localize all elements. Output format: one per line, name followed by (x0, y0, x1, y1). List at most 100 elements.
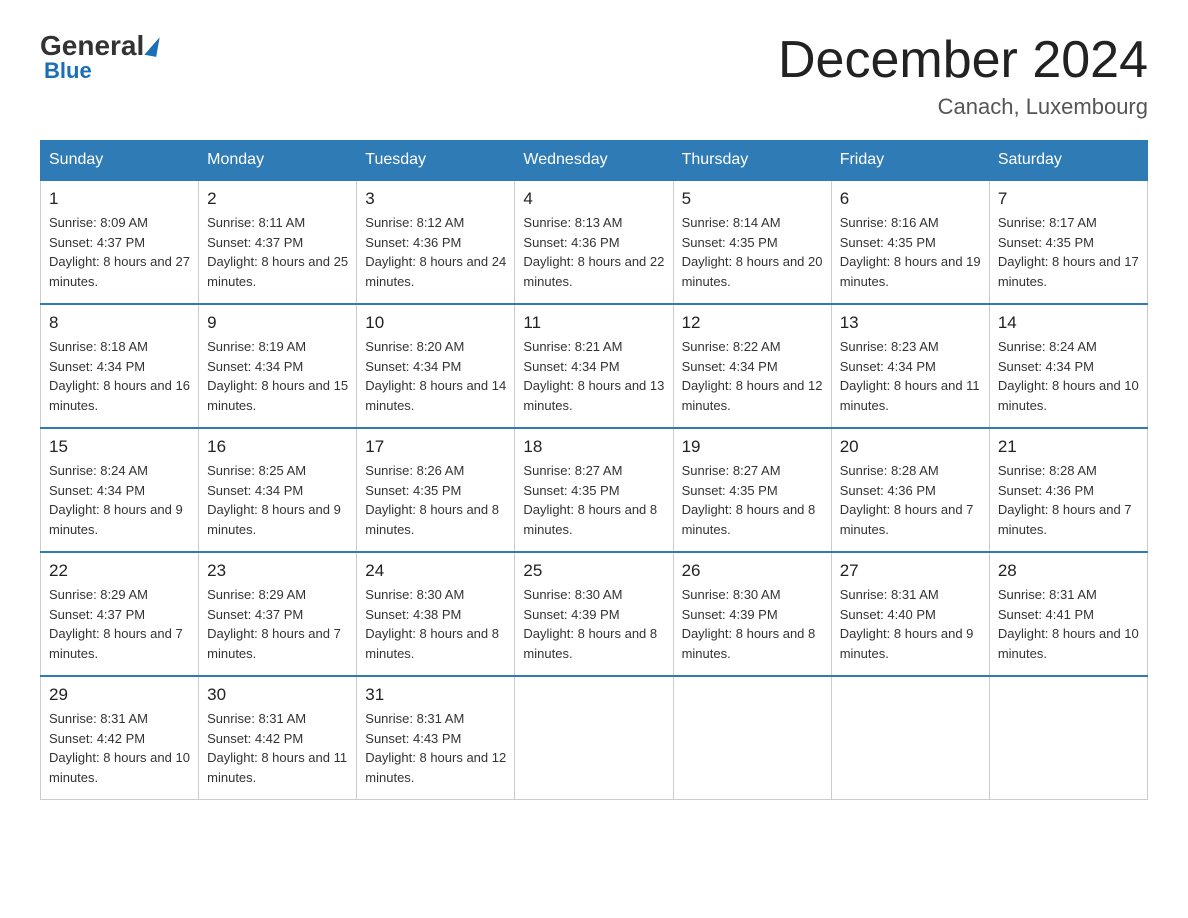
calendar-cell: 23 Sunrise: 8:29 AM Sunset: 4:37 PM Dayl… (199, 552, 357, 676)
day-info: Sunrise: 8:31 AM Sunset: 4:43 PM Dayligh… (365, 709, 506, 787)
day-number: 28 (998, 561, 1139, 581)
sunrise-label: Sunrise: 8:28 AM (840, 463, 939, 478)
sunrise-label: Sunrise: 8:25 AM (207, 463, 306, 478)
day-info: Sunrise: 8:12 AM Sunset: 4:36 PM Dayligh… (365, 213, 506, 291)
sunset-label: Sunset: 4:35 PM (998, 235, 1094, 250)
daylight-label: Daylight: 8 hours and 9 minutes. (840, 626, 974, 661)
day-number: 15 (49, 437, 190, 457)
day-number: 14 (998, 313, 1139, 333)
sunset-label: Sunset: 4:34 PM (998, 359, 1094, 374)
calendar-cell: 5 Sunrise: 8:14 AM Sunset: 4:35 PM Dayli… (673, 180, 831, 304)
sunset-label: Sunset: 4:42 PM (207, 731, 303, 746)
daylight-label: Daylight: 8 hours and 15 minutes. (207, 378, 348, 413)
calendar-cell: 25 Sunrise: 8:30 AM Sunset: 4:39 PM Dayl… (515, 552, 673, 676)
sunset-label: Sunset: 4:36 PM (840, 483, 936, 498)
sunrise-label: Sunrise: 8:17 AM (998, 215, 1097, 230)
day-number: 11 (523, 313, 664, 333)
sunset-label: Sunset: 4:36 PM (998, 483, 1094, 498)
logo: General Blue (40, 30, 160, 84)
week-row-1: 1 Sunrise: 8:09 AM Sunset: 4:37 PM Dayli… (41, 180, 1148, 304)
daylight-label: Daylight: 8 hours and 9 minutes. (207, 502, 341, 537)
day-info: Sunrise: 8:21 AM Sunset: 4:34 PM Dayligh… (523, 337, 664, 415)
day-number: 23 (207, 561, 348, 581)
sunset-label: Sunset: 4:39 PM (523, 607, 619, 622)
day-number: 25 (523, 561, 664, 581)
day-info: Sunrise: 8:30 AM Sunset: 4:39 PM Dayligh… (523, 585, 664, 663)
sunrise-label: Sunrise: 8:27 AM (523, 463, 622, 478)
day-number: 19 (682, 437, 823, 457)
sunset-label: Sunset: 4:37 PM (49, 607, 145, 622)
daylight-label: Daylight: 8 hours and 8 minutes. (682, 626, 816, 661)
sunset-label: Sunset: 4:36 PM (365, 235, 461, 250)
daylight-label: Daylight: 8 hours and 24 minutes. (365, 254, 506, 289)
day-number: 30 (207, 685, 348, 705)
sunset-label: Sunset: 4:42 PM (49, 731, 145, 746)
day-number: 20 (840, 437, 981, 457)
daylight-label: Daylight: 8 hours and 12 minutes. (682, 378, 823, 413)
day-info: Sunrise: 8:16 AM Sunset: 4:35 PM Dayligh… (840, 213, 981, 291)
day-info: Sunrise: 8:28 AM Sunset: 4:36 PM Dayligh… (998, 461, 1139, 539)
daylight-label: Daylight: 8 hours and 7 minutes. (998, 502, 1132, 537)
calendar-cell: 11 Sunrise: 8:21 AM Sunset: 4:34 PM Dayl… (515, 304, 673, 428)
page-header: General Blue December 2024 Canach, Luxem… (40, 30, 1148, 120)
sunrise-label: Sunrise: 8:31 AM (998, 587, 1097, 602)
calendar-cell: 13 Sunrise: 8:23 AM Sunset: 4:34 PM Dayl… (831, 304, 989, 428)
sunrise-label: Sunrise: 8:31 AM (207, 711, 306, 726)
week-row-4: 22 Sunrise: 8:29 AM Sunset: 4:37 PM Dayl… (41, 552, 1148, 676)
daylight-label: Daylight: 8 hours and 17 minutes. (998, 254, 1139, 289)
sunset-label: Sunset: 4:37 PM (207, 235, 303, 250)
calendar-cell: 4 Sunrise: 8:13 AM Sunset: 4:36 PM Dayli… (515, 180, 673, 304)
day-number: 16 (207, 437, 348, 457)
daylight-label: Daylight: 8 hours and 7 minutes. (207, 626, 341, 661)
daylight-label: Daylight: 8 hours and 10 minutes. (998, 626, 1139, 661)
sunset-label: Sunset: 4:34 PM (49, 359, 145, 374)
sunset-label: Sunset: 4:36 PM (523, 235, 619, 250)
day-info: Sunrise: 8:09 AM Sunset: 4:37 PM Dayligh… (49, 213, 190, 291)
daylight-label: Daylight: 8 hours and 11 minutes. (840, 378, 980, 413)
daylight-label: Daylight: 8 hours and 10 minutes. (49, 750, 190, 785)
title-block: December 2024 Canach, Luxembourg (778, 30, 1148, 120)
month-title: December 2024 (778, 30, 1148, 90)
day-number: 4 (523, 189, 664, 209)
daylight-label: Daylight: 8 hours and 16 minutes. (49, 378, 190, 413)
sunrise-label: Sunrise: 8:13 AM (523, 215, 622, 230)
calendar-cell: 1 Sunrise: 8:09 AM Sunset: 4:37 PM Dayli… (41, 180, 199, 304)
calendar-cell: 16 Sunrise: 8:25 AM Sunset: 4:34 PM Dayl… (199, 428, 357, 552)
sunset-label: Sunset: 4:38 PM (365, 607, 461, 622)
day-info: Sunrise: 8:27 AM Sunset: 4:35 PM Dayligh… (682, 461, 823, 539)
day-number: 21 (998, 437, 1139, 457)
day-number: 22 (49, 561, 190, 581)
daylight-label: Daylight: 8 hours and 8 minutes. (365, 626, 499, 661)
day-number: 6 (840, 189, 981, 209)
daylight-label: Daylight: 8 hours and 20 minutes. (682, 254, 823, 289)
day-info: Sunrise: 8:14 AM Sunset: 4:35 PM Dayligh… (682, 213, 823, 291)
day-number: 17 (365, 437, 506, 457)
day-number: 31 (365, 685, 506, 705)
sunrise-label: Sunrise: 8:30 AM (365, 587, 464, 602)
week-row-3: 15 Sunrise: 8:24 AM Sunset: 4:34 PM Dayl… (41, 428, 1148, 552)
day-info: Sunrise: 8:31 AM Sunset: 4:40 PM Dayligh… (840, 585, 981, 663)
header-saturday: Saturday (989, 141, 1147, 181)
header-friday: Friday (831, 141, 989, 181)
day-info: Sunrise: 8:30 AM Sunset: 4:39 PM Dayligh… (682, 585, 823, 663)
daylight-label: Daylight: 8 hours and 12 minutes. (365, 750, 506, 785)
day-number: 27 (840, 561, 981, 581)
day-number: 5 (682, 189, 823, 209)
calendar-header: SundayMondayTuesdayWednesdayThursdayFrid… (41, 141, 1148, 181)
calendar-cell: 31 Sunrise: 8:31 AM Sunset: 4:43 PM Dayl… (357, 676, 515, 800)
day-info: Sunrise: 8:24 AM Sunset: 4:34 PM Dayligh… (998, 337, 1139, 415)
sunrise-label: Sunrise: 8:24 AM (49, 463, 148, 478)
sunrise-label: Sunrise: 8:30 AM (682, 587, 781, 602)
calendar-cell: 22 Sunrise: 8:29 AM Sunset: 4:37 PM Dayl… (41, 552, 199, 676)
week-row-5: 29 Sunrise: 8:31 AM Sunset: 4:42 PM Dayl… (41, 676, 1148, 800)
calendar-cell: 27 Sunrise: 8:31 AM Sunset: 4:40 PM Dayl… (831, 552, 989, 676)
sunrise-label: Sunrise: 8:31 AM (365, 711, 464, 726)
day-info: Sunrise: 8:27 AM Sunset: 4:35 PM Dayligh… (523, 461, 664, 539)
day-number: 1 (49, 189, 190, 209)
header-row: SundayMondayTuesdayWednesdayThursdayFrid… (41, 141, 1148, 181)
sunrise-label: Sunrise: 8:14 AM (682, 215, 781, 230)
day-info: Sunrise: 8:28 AM Sunset: 4:36 PM Dayligh… (840, 461, 981, 539)
daylight-label: Daylight: 8 hours and 8 minutes. (523, 502, 657, 537)
sunrise-label: Sunrise: 8:20 AM (365, 339, 464, 354)
day-number: 2 (207, 189, 348, 209)
